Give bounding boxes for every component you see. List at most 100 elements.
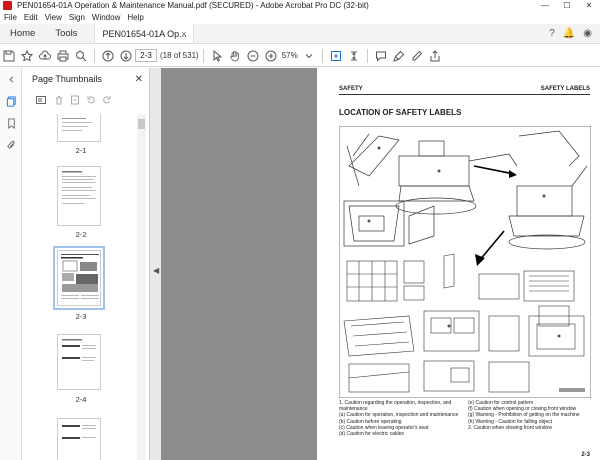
menu-file[interactable]: File [4, 13, 17, 22]
zoom-chevron[interactable] [300, 47, 318, 65]
previous-page-button[interactable] [99, 47, 117, 65]
search-button[interactable] [72, 47, 90, 65]
page-thumbnail-selected[interactable] [53, 246, 105, 310]
toolbar: 2-3 (18 of 531) 57% [0, 45, 600, 67]
notifications-icon[interactable]: 🔔 [563, 28, 575, 39]
thumbnail-label: 2-2 [75, 230, 87, 239]
save-icon [3, 50, 15, 61]
pages-icon [6, 95, 16, 107]
menu-help[interactable]: Help [127, 13, 143, 22]
select-tool-button[interactable] [208, 47, 226, 65]
thumbnail-preview [62, 425, 96, 439]
scroll-mode-icon [350, 51, 357, 60]
hand-icon [230, 50, 239, 61]
bookmark-button[interactable] [18, 47, 36, 65]
zoom-level-dropdown[interactable]: 57% [282, 51, 298, 60]
highlight-button[interactable] [390, 47, 408, 65]
comment-icon [375, 51, 386, 62]
thumbnail-options-icon[interactable] [34, 95, 48, 105]
fit-page-icon [330, 50, 341, 61]
page-header-left: SAFETY [339, 86, 363, 92]
close-panel-icon[interactable]: ✕ [135, 74, 143, 85]
highlighter-icon [392, 50, 404, 62]
zoom-out-button[interactable] [244, 47, 262, 65]
tab-document-label: PEN01654-01A Op... [102, 29, 187, 39]
tab-document[interactable]: PEN01654-01A Op... × [93, 24, 194, 44]
page-thumbnails-button[interactable] [0, 90, 22, 112]
next-page-button[interactable] [117, 47, 135, 65]
close-window-button[interactable]: ✕ [578, 0, 600, 11]
menu-edit[interactable]: Edit [24, 13, 38, 22]
save-button[interactable] [0, 47, 18, 65]
page-thumbnails-panel: Page Thumbnails ✕ 2-1 2-2 2-3 2-4 [23, 68, 149, 460]
page-thumbnail[interactable] [57, 114, 101, 142]
hand-tool-button[interactable] [226, 47, 244, 65]
insert-page-icon[interactable] [70, 95, 80, 105]
thumbnail-label: 2-4 [75, 395, 87, 404]
maximize-button[interactable]: ☐ [556, 0, 578, 11]
rail-collapse-button[interactable] [0, 68, 22, 90]
comment-button[interactable] [372, 47, 390, 65]
tab-tools[interactable]: Tools [45, 24, 87, 43]
thumbnail-preview [62, 171, 96, 204]
pdf-page: SAFETY SAFETY LABELS LOCATION OF SAFETY … [317, 68, 600, 460]
document-view[interactable]: SAFETY SAFETY LABELS LOCATION OF SAFETY … [161, 68, 600, 460]
window-title: PEN01654-01A Operation & Maintenance Man… [17, 1, 369, 10]
thumbnail-preview [62, 118, 92, 131]
share-icon [430, 49, 440, 61]
plus-circle-icon [265, 50, 277, 61]
page-thumbnail[interactable] [57, 166, 101, 226]
thumbnails-scrollbar[interactable] [137, 114, 146, 460]
search-icon [76, 50, 87, 61]
menu-view[interactable]: View [45, 13, 62, 22]
tabs-right-icons: ? 🔔 ◉ [549, 24, 600, 43]
chevron-left-icon [8, 75, 13, 83]
caption-item: (g) Warning - Prohibition of getting on … [468, 412, 580, 419]
page-thumbnail[interactable] [57, 334, 101, 390]
scroll-mode-button[interactable] [345, 47, 363, 65]
thumbnails-header: Page Thumbnails ✕ [23, 68, 149, 90]
thumbnails-title: Page Thumbnails [32, 74, 102, 84]
rotate-left-icon[interactable] [86, 95, 96, 105]
safety-labels-illustration [339, 126, 591, 398]
delete-page-icon[interactable] [54, 95, 64, 105]
caption-item: (d) Caution for electric cables [339, 431, 405, 438]
page-count: (18 of 531) [160, 51, 199, 60]
fit-page-button[interactable] [327, 47, 345, 65]
zoom-in-button[interactable] [262, 47, 280, 65]
help-icon[interactable]: ? [549, 28, 555, 39]
menu-window[interactable]: Window [92, 13, 120, 22]
thumbnail-label: 2-3 [75, 312, 87, 321]
minimize-button[interactable]: — [534, 0, 556, 11]
paperclip-icon [7, 140, 15, 149]
page-thumbnail[interactable] [57, 418, 101, 460]
arrow-down-circle-icon [120, 50, 132, 61]
bookmark-icon [7, 117, 15, 129]
arrow-up-circle-icon [102, 50, 114, 61]
thumbnails-toolbar [23, 90, 149, 110]
upload-button[interactable] [36, 47, 54, 65]
menu-sign[interactable]: Sign [69, 13, 85, 22]
share-button[interactable] [426, 47, 444, 65]
toolbar-separator [321, 48, 323, 63]
toolbar-separator [94, 48, 95, 63]
bookmarks-button[interactable] [0, 112, 22, 134]
sign-button[interactable] [408, 47, 426, 65]
rotate-right-icon[interactable] [102, 95, 112, 105]
page-header-right: SAFETY LABELS [540, 86, 590, 92]
panel-splitter[interactable]: ◀ [149, 68, 161, 460]
tab-close-icon[interactable]: × [181, 24, 186, 44]
thumbnail-preview [62, 339, 96, 361]
caption-item: 2. Caution when stowing front window [468, 424, 552, 431]
account-icon[interactable]: ◉ [583, 28, 592, 39]
title-bar: PEN01654-01A Operation & Maintenance Man… [0, 0, 600, 11]
figure-captions: 1. Caution regarding the operation, insp… [339, 400, 591, 437]
tab-home[interactable]: Home [0, 24, 45, 43]
scrollbar-thumb[interactable] [138, 119, 145, 129]
page-heading: LOCATION OF SAFETY LABELS [339, 108, 462, 117]
thumbnail-label: 2-1 [75, 146, 87, 155]
page-number-input[interactable]: 2-3 [135, 49, 157, 62]
collapse-panel-icon[interactable]: ◀ [153, 266, 159, 275]
page-number: 2-3 [581, 452, 590, 458]
print-button[interactable] [54, 47, 72, 65]
